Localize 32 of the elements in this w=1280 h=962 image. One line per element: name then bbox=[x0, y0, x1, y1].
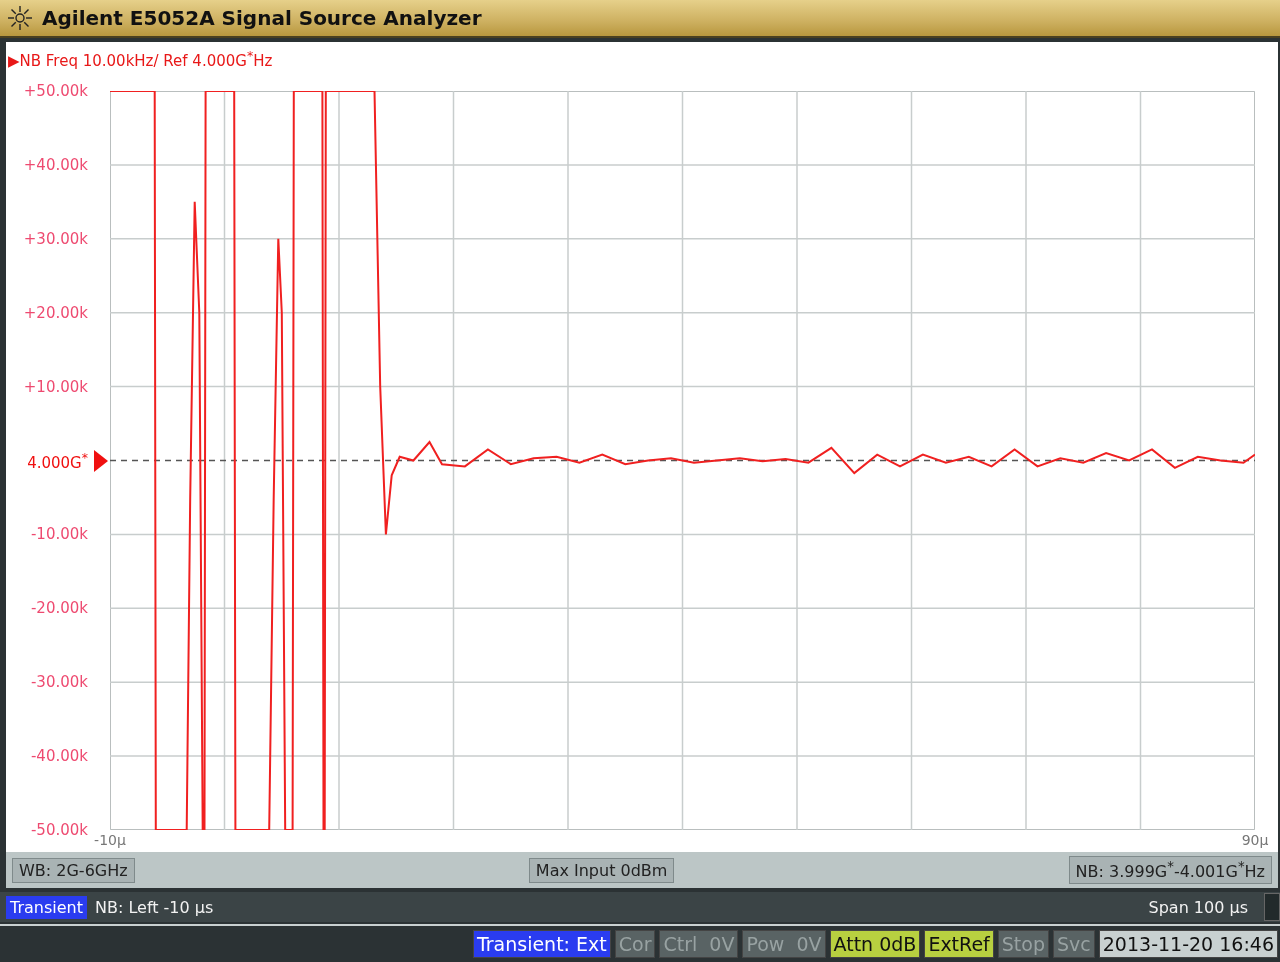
y-axis-label: +20.00k bbox=[23, 303, 88, 322]
x-axis-label: -10μ bbox=[94, 832, 126, 848]
span-label: Span 100 μs bbox=[1148, 897, 1248, 917]
left-setting-label: NB: Left -10 μs bbox=[95, 897, 214, 917]
wideband-range-label: WB: 2G-6GHz bbox=[12, 857, 135, 883]
reference-label: 4.000G$^{*}$ bbox=[27, 449, 88, 472]
y-axis-label: +30.00k bbox=[23, 229, 88, 248]
x-axis-label: 90μ bbox=[1241, 832, 1269, 848]
y-axis-label: -50.00k bbox=[30, 821, 88, 839]
mode-indicator: Transient bbox=[6, 895, 87, 919]
clock-display: 2013-11-20 16:46 bbox=[1098, 930, 1278, 958]
status-indicator: Svc bbox=[1053, 930, 1095, 958]
y-axis-label: -10.00k bbox=[30, 525, 88, 544]
narrowband-range-label: NB: 3.999G$^{*}$-4.001G$^{*}$Hz bbox=[1068, 855, 1272, 885]
status-indicator: Transient: Ext bbox=[472, 930, 611, 958]
y-axis-label: +50.00k bbox=[23, 82, 88, 100]
sunburst-logo-icon bbox=[6, 4, 34, 32]
reference-marker-icon bbox=[94, 449, 108, 472]
y-axis-label: +10.00k bbox=[23, 377, 88, 396]
window-title: Agilent E5052A Signal Source Analyzer bbox=[42, 6, 482, 30]
status-indicator: Ctrl 0V bbox=[659, 930, 739, 958]
status-indicator: Pow 0V bbox=[742, 930, 826, 958]
y-axis-label: -40.00k bbox=[30, 747, 88, 766]
status-indicator: ExtRef bbox=[924, 930, 994, 958]
y-axis-label: +40.00k bbox=[23, 155, 88, 174]
max-input-label: Max Input 0dBm bbox=[528, 857, 675, 883]
y-axis-label: -20.00k bbox=[30, 599, 88, 618]
trace-label: ▶NB Freq 10.00kHz/ Ref 4.000G$^{*}$Hz bbox=[8, 48, 273, 70]
y-axis-label: -30.00k bbox=[30, 673, 88, 692]
status-indicator: Attn 0dB bbox=[829, 930, 921, 958]
status-indicator: Cor bbox=[614, 930, 656, 958]
status-indicator: Stop bbox=[997, 930, 1049, 958]
